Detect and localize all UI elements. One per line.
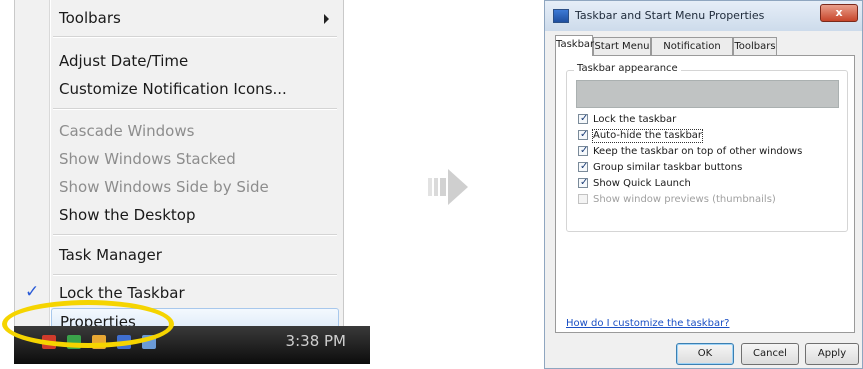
menu-item-show-the-desktop[interactable]: Show the Desktop [51, 202, 339, 228]
checkbox-label: Group similar taskbar buttons [593, 162, 743, 173]
menu-item-label: Adjust Date/Time [59, 52, 189, 70]
taskbar-properties-dialog: Taskbar and Start Menu Properties x Task… [544, 0, 863, 369]
help-link[interactable]: How do I customize the taskbar? [566, 318, 730, 329]
group-label: Taskbar appearance [574, 63, 681, 74]
tab-start-menu[interactable]: Start Menu [593, 37, 651, 55]
button-label: Cancel [753, 348, 787, 359]
menu-item-cascade-windows: Cascade Windows [51, 118, 339, 144]
close-button[interactable]: x [820, 4, 858, 22]
tab-label: Toolbars [734, 41, 776, 52]
menu-item-label: Customize Notification Icons... [59, 80, 287, 98]
checkbox-label: Lock the taskbar [593, 114, 677, 125]
taskbar-app-icon [553, 9, 569, 23]
menu-item-toolbars[interactable]: Toolbars [51, 5, 339, 31]
checkmark-icon: ✓ [580, 129, 589, 140]
submenu-arrow-icon [324, 14, 329, 24]
menu-item-label: Toolbars [59, 9, 121, 27]
checkmark-icon: ✓ [580, 161, 589, 172]
title-bar[interactable]: Taskbar and Start Menu Properties x [545, 1, 862, 31]
taskbar-clock[interactable]: 3:38 PM [286, 332, 346, 350]
close-icon: x [835, 6, 843, 19]
checkmark-icon: ✓ [580, 177, 589, 188]
menu-item-label: Show Windows Side by Side [59, 178, 269, 196]
tab-panel: Taskbar appearance ✓ Lock the taskbar ✓ … [555, 55, 855, 333]
checkmark-icon: ✓ [25, 282, 40, 302]
checkbox-label: Show window previews (thumbnails) [593, 194, 776, 205]
button-label: OK [697, 348, 713, 359]
menu-separator [53, 234, 337, 236]
tab-label: Start Menu [594, 41, 650, 52]
checkbox-label: Auto-hide the taskbar [591, 129, 704, 143]
tab-taskbar[interactable]: Taskbar [555, 35, 595, 56]
taskbar-context-menu: Toolbars Adjust Date/Time Customize Noti… [14, 0, 344, 342]
checkbox-label: Show Quick Launch [593, 178, 691, 189]
tab-notification-area[interactable]: Notification Area [651, 37, 733, 70]
menu-item-adjust-date-time[interactable]: Adjust Date/Time [51, 48, 339, 74]
tab-label: Taskbar [556, 39, 595, 50]
menu-item-label: Show Windows Stacked [59, 150, 236, 168]
menu-item-show-windows-stacked: Show Windows Stacked [51, 146, 339, 172]
menu-separator [53, 108, 337, 110]
checkbox-label: Keep the taskbar on top of other windows [593, 146, 803, 157]
menu-item-customize-notification-icons[interactable]: Customize Notification Icons... [51, 76, 339, 102]
menu-item-label: Task Manager [59, 246, 162, 264]
menu-item-label: Show the Desktop [59, 206, 196, 224]
menu-item-task-manager[interactable]: Task Manager [51, 242, 339, 268]
cancel-button[interactable]: Cancel [741, 343, 799, 365]
dialog-title: Taskbar and Start Menu Properties [575, 9, 765, 22]
tab-toolbars[interactable]: Toolbars [733, 37, 777, 55]
checkmark-icon: ✓ [580, 113, 589, 124]
taskbar-preview [576, 80, 839, 108]
highlight-ring [2, 300, 174, 348]
apply-button[interactable]: Apply [805, 343, 859, 365]
ok-button[interactable]: OK [676, 343, 734, 365]
menu-item-label: Cascade Windows [59, 122, 195, 140]
checkmark-icon: ✓ [580, 145, 589, 156]
menu-separator [53, 36, 337, 38]
menu-item-show-windows-side-by-side: Show Windows Side by Side [51, 174, 339, 200]
button-label: Apply [817, 348, 847, 359]
right-arrow-icon [428, 169, 468, 205]
menu-separator [53, 274, 337, 276]
